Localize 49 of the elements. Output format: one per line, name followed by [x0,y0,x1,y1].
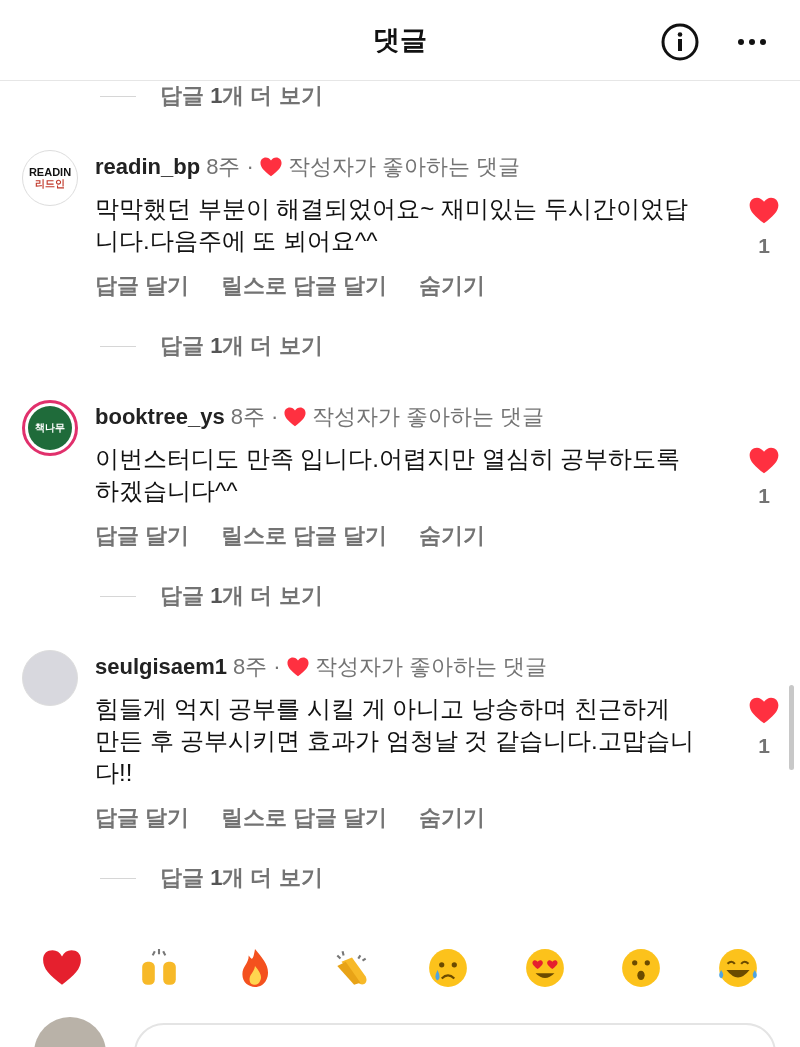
separator-dot: · [246,154,254,180]
view-more-replies-link[interactable]: 답글 1개 더 보기 [160,581,323,611]
logo-text: 리드인 [35,177,65,190]
logo-avatar[interactable]: 책나무 [22,400,78,456]
comment-action[interactable]: 답글 달기 [95,521,190,551]
like-button[interactable] [749,447,779,474]
crying-face-icon[interactable] [427,947,470,989]
comment-action[interactable]: 릴스로 답글 달기 [221,521,388,551]
logo-avatar[interactable]: READIN 리드인 [22,150,78,206]
heart-icon [749,697,779,724]
heart-icon [749,447,779,474]
like-button[interactable] [749,197,779,224]
logo-text: READIN [28,166,72,178]
heart-icon [749,197,779,224]
comment-action[interactable]: 숨기기 [419,271,486,301]
laughing-face-icon[interactable] [716,947,759,989]
heart-eyes-face-icon[interactable] [523,947,566,989]
comment-action[interactable]: 답글 달기 [95,803,190,833]
author-liked-label: 작성자가 좋아하는 댓글 [314,653,547,681]
comment-time: 8주 [206,153,241,181]
more-icon[interactable] [738,39,766,45]
username[interactable]: readin_bp [95,154,201,180]
comment-action[interactable]: 릴스로 답글 달기 [221,803,388,833]
username[interactable]: seulgisaem1 [95,654,228,680]
info-icon[interactable] [660,22,700,62]
comment-action[interactable]: 숨기기 [419,521,486,551]
comment-time: 8주 [230,403,265,431]
comment-time: 8주 [233,653,268,681]
view-more-replies-link[interactable]: 답글 1개 더 보기 [160,863,323,893]
comment-action[interactable]: 숨기기 [419,803,486,833]
like-button[interactable] [749,697,779,724]
comment-text: 이번스터디도 만족 입니다.어렵지만 열심히 공부하도록 하겠습니다^^ [95,444,682,506]
separator-dot: · [273,654,281,680]
like-count: 1 [758,734,770,758]
comment-action[interactable]: 릴스로 답글 달기 [221,271,388,301]
like-count: 1 [758,484,770,508]
logo-text: 책나무 [35,421,65,435]
comment-action[interactable]: 답글 달기 [95,271,190,301]
author-liked-label: 작성자가 좋아하는 댓글 [312,403,545,431]
view-more-replies-link[interactable]: 답글 1개 더 보기 [160,81,323,111]
comment-text: 막막했던 부분이 해결되었어요~ 재미있는 두시간이었답니다.다음주에 또 뵈어요^^ [95,194,689,256]
username[interactable]: booktree_ys [95,404,225,430]
page-title: 댓글 [373,24,427,57]
comment-text: 힘들게 억지 공부를 시킬 게 아니고 낭송하며 친근하게 만든 후 공부시키면 효과가 엄청날 것 같습니다.고맙습니다!! [95,694,695,788]
surprised-face-icon[interactable] [620,947,663,989]
like-count: 1 [758,234,770,258]
author-liked-label: 작성자가 좋아하는 댓글 [287,153,520,181]
view-more-replies-link[interactable]: 답글 1개 더 보기 [160,331,323,361]
separator-dot: · [270,404,279,430]
